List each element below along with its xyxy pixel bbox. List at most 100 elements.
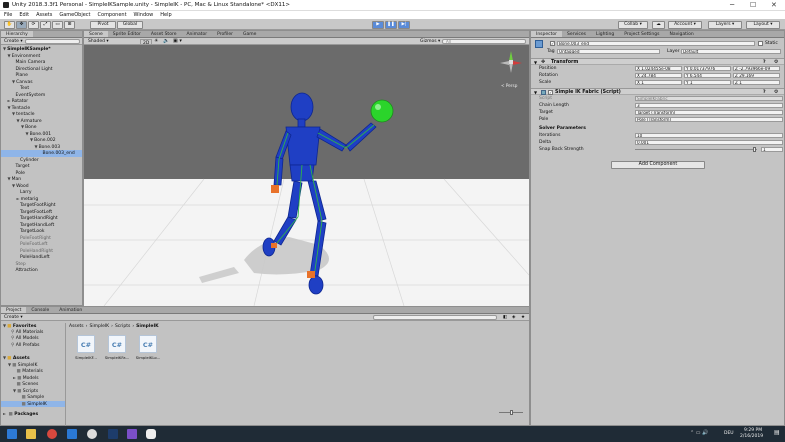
pause-button[interactable]: ❚❚ [385, 20, 397, 29]
breadcrumb-item[interactable]: SimpleIK [136, 324, 158, 329]
menu-item[interactable]: Help [160, 11, 171, 19]
minimize-icon[interactable]: ─ [730, 1, 734, 9]
tab-services[interactable]: Services [562, 31, 591, 37]
expanded-arrow-icon[interactable]: ▼ [12, 111, 15, 116]
file-explorer-icon[interactable] [26, 429, 36, 439]
icon-size-slider[interactable] [499, 410, 523, 415]
tab-inspector[interactable]: Inspector [531, 31, 562, 37]
expanded-arrow-icon[interactable]: ▼ [3, 323, 6, 328]
hierarchy-create-button[interactable]: Create ▾ [4, 38, 23, 45]
scale-z-field[interactable]: Z 1 [733, 79, 780, 86]
hierarchy-search-input[interactable] [25, 39, 80, 44]
clock-date[interactable]: 2/16/2019 [740, 434, 763, 439]
chain-length-field[interactable]: 3 [635, 102, 783, 109]
collapsed-arrow-icon[interactable]: ► [8, 98, 11, 103]
tab-scene[interactable]: Scene [84, 31, 108, 37]
lighting-toggle-icon[interactable]: ☀ [154, 38, 158, 45]
tab-game[interactable]: Game [238, 31, 261, 37]
cloud-button[interactable]: ☁ [652, 20, 665, 29]
expanded-arrow-icon[interactable]: ▼ [8, 176, 11, 181]
tab-animation[interactable]: Animation [54, 307, 87, 313]
static-checkbox[interactable] [758, 41, 763, 46]
transform-tool-button[interactable]: ⊞ [64, 20, 75, 29]
global-button[interactable]: Global [117, 20, 143, 29]
rect-tool-button[interactable]: ▭ [52, 20, 63, 29]
breadcrumb-item[interactable]: Assets [69, 324, 84, 329]
tag-dropdown[interactable]: Untagged [557, 48, 660, 55]
expanded-arrow-icon[interactable]: ▼ [3, 355, 6, 360]
collapsed-arrow-icon[interactable]: ► [3, 411, 7, 416]
move-tool-button[interactable]: ✥ [16, 20, 27, 29]
position-z-field[interactable]: Z -2.793966e-09 [733, 65, 780, 72]
rotate-tool-button[interactable]: ⟳ [28, 20, 39, 29]
snap-back-strength-field[interactable]: 1 [761, 146, 783, 153]
layout-button[interactable]: Layout ▾ [746, 20, 780, 29]
expanded-arrow-icon[interactable]: ▼ [12, 79, 15, 84]
clock-time[interactable]: 9:29 PM [744, 428, 762, 433]
gizmos-dropdown[interactable]: Gizmos ▾ [420, 38, 440, 45]
expanded-arrow-icon[interactable]: ▼ [8, 53, 11, 58]
breadcrumb-item[interactable]: SimpleIK [89, 324, 109, 329]
unity-taskbar-icon[interactable] [87, 429, 97, 439]
tray-icons[interactable]: ⌃ ▭ 🔊 [690, 430, 708, 436]
object-name-field[interactable]: Bone.003_end [557, 40, 755, 46]
persp-label[interactable]: < Persp [501, 83, 517, 88]
tab-sprite-editor[interactable]: Sprite Editor [108, 31, 146, 37]
audio-toggle-icon[interactable]: 🔈 [163, 38, 169, 45]
asset-item[interactable]: C# SimpleIKLo... [136, 335, 160, 360]
windows-start-icon[interactable] [7, 429, 17, 439]
rotation-z-field[interactable]: Z 29.169 [733, 72, 780, 79]
iterations-field[interactable]: 10 [635, 132, 783, 139]
filter-type-icon[interactable]: ◧ [503, 314, 507, 321]
menu-item[interactable]: Assets [36, 11, 52, 19]
transform-header[interactable]: ▼ ✥ Transform ? ⚙ [531, 58, 784, 65]
layers-button[interactable]: Layers ▾ [708, 20, 742, 29]
slider-handle[interactable] [510, 410, 513, 415]
tree-arrow-icon[interactable]: ▼ [13, 388, 16, 393]
pole-field[interactable]: Pole (Transform) [635, 116, 783, 123]
scene-orientation-gizmo[interactable] [496, 49, 526, 81]
tab-animator[interactable]: Animator [181, 31, 212, 37]
step-button[interactable]: ▶| [398, 20, 410, 29]
add-component-button[interactable]: Add Component [611, 161, 705, 169]
tab-navigation[interactable]: Navigation [664, 31, 698, 37]
expanded-arrow-icon[interactable]: ▼ [8, 105, 11, 110]
chrome-icon[interactable] [47, 429, 57, 439]
layer-dropdown[interactable]: Default [681, 48, 781, 55]
tab-project-settings[interactable]: Project Settings [619, 31, 664, 37]
tab-lighting[interactable]: Lighting [591, 31, 619, 37]
tab-profiler[interactable]: Profiler [212, 31, 238, 37]
target-field[interactable]: Target (Transform) [635, 109, 783, 116]
simpleik-header[interactable]: ▼ ✓ Simple IK Fabric (Script) ? ⚙ [531, 88, 784, 95]
tree-arrow-icon[interactable]: ▼ [8, 362, 11, 367]
expanded-arrow-icon[interactable]: ▼ [35, 144, 38, 149]
position-x-field[interactable]: X 1.024455e-08 [635, 65, 682, 72]
delta-field[interactable]: 0.001 [635, 139, 783, 146]
expanded-arrow-icon[interactable]: ▼ [12, 183, 15, 188]
hand-tool-button[interactable]: ✋ [4, 20, 15, 29]
rotation-y-field[interactable]: Y 6.544 [684, 72, 731, 79]
active-checkbox[interactable]: ✓ [550, 41, 555, 46]
shading-mode-dropdown[interactable]: Shaded ▾ [88, 38, 109, 45]
maximize-icon[interactable]: ☐ [750, 1, 756, 9]
folder-item[interactable]: ■ SimpleIK [1, 400, 65, 407]
expanded-arrow-icon[interactable]: ▼ [17, 118, 20, 123]
scale-y-field[interactable]: Y 1 [684, 79, 731, 86]
position-y-field[interactable]: Y 0.01737976 [684, 65, 731, 72]
effects-toggle-icon[interactable]: ▣ ▾ [173, 38, 182, 45]
pivot-button[interactable]: Pivot [90, 20, 116, 29]
scene-search-input[interactable]: All [442, 39, 526, 44]
project-search-input[interactable] [373, 315, 497, 320]
project-create-button[interactable]: Create ▾ [4, 314, 23, 321]
tab-asset-store[interactable]: Asset Store [146, 31, 182, 37]
collab-button[interactable]: Collab ▾ [618, 20, 648, 29]
expanded-arrow-icon[interactable]: ▼ [21, 124, 24, 129]
visual-studio-icon[interactable] [127, 429, 137, 439]
expanded-arrow-icon[interactable]: ▼ [30, 137, 33, 142]
menu-item[interactable]: Window [134, 11, 154, 19]
expanded-arrow-icon[interactable]: ▼ [3, 46, 6, 51]
menu-item[interactable]: GameObject [59, 11, 90, 19]
asset-item[interactable]: C# SimpleIKFa... [105, 335, 129, 360]
menu-item[interactable]: Component [98, 11, 127, 19]
tree-arrow-icon[interactable]: ► [13, 375, 16, 380]
